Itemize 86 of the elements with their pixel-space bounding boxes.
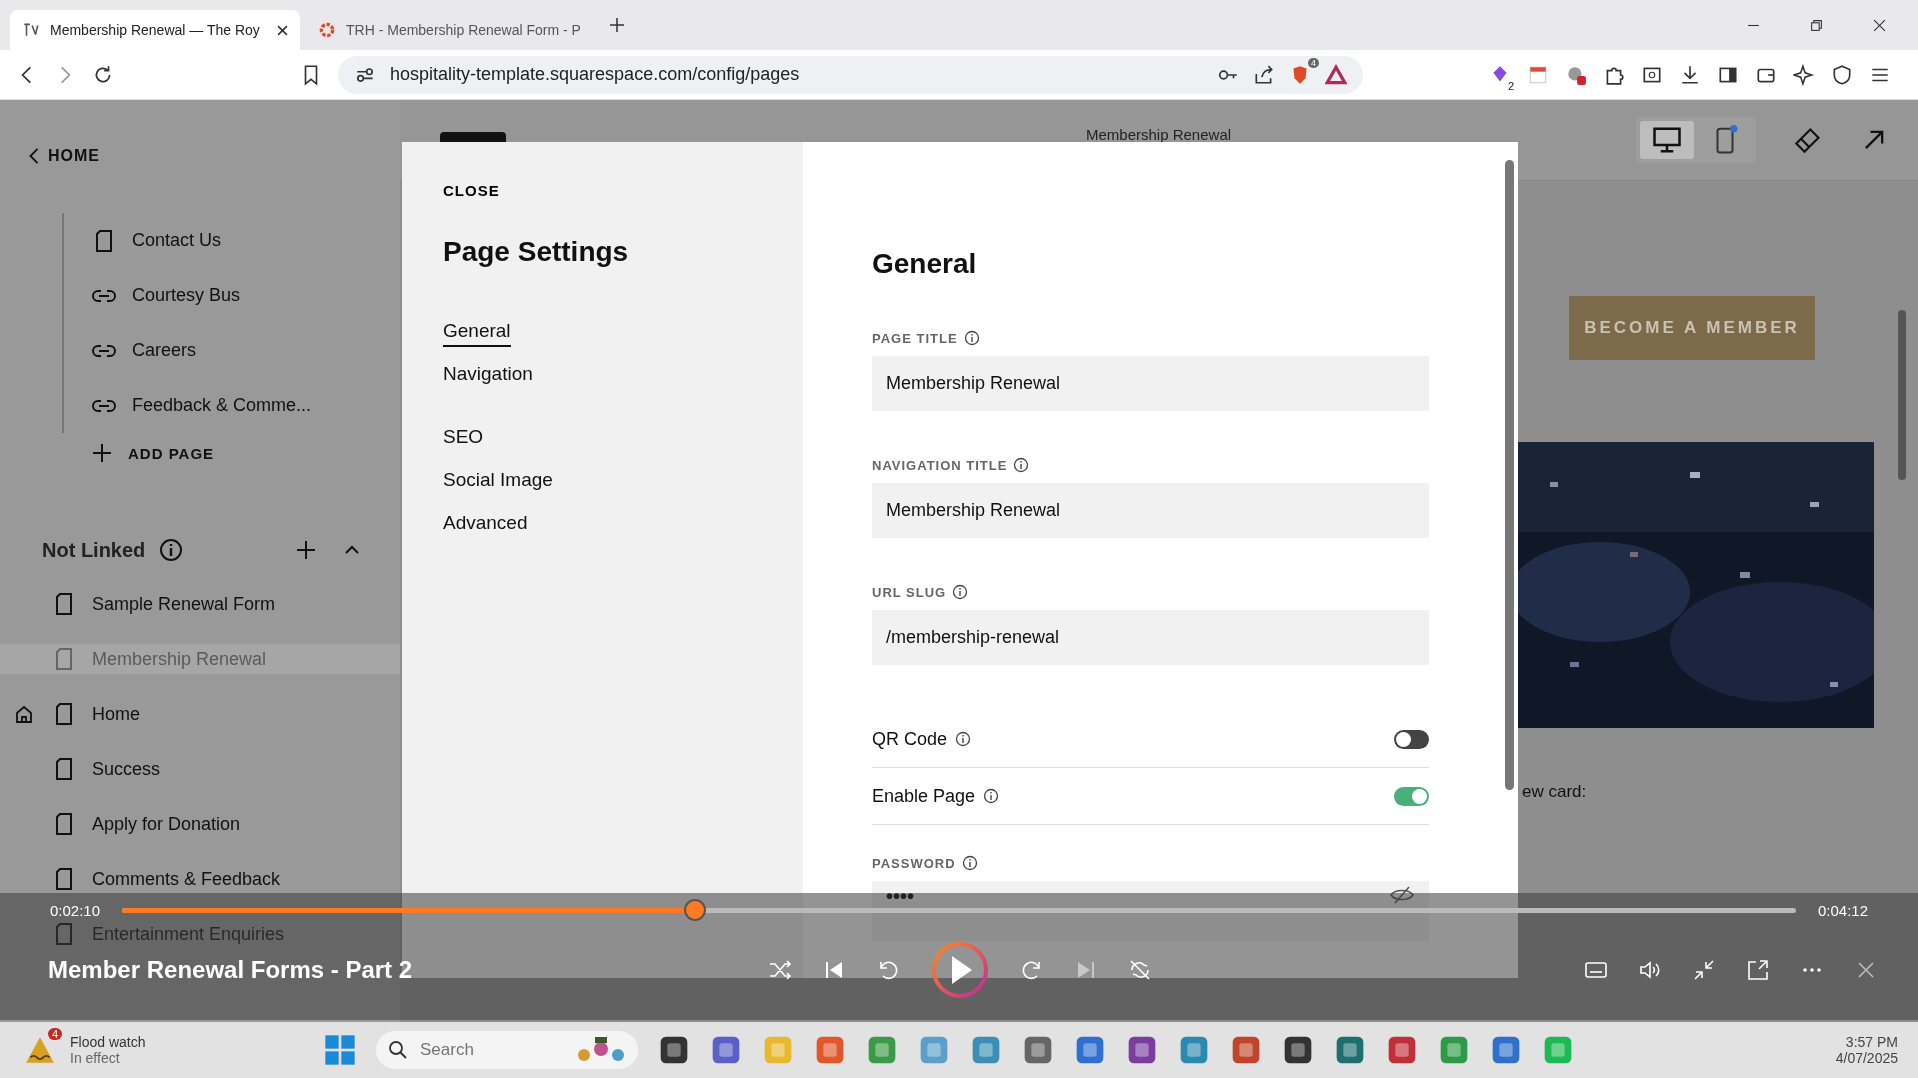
back-link[interactable]: HOME bbox=[0, 142, 400, 170]
info-icon[interactable] bbox=[961, 855, 978, 871]
field-label: PASSWORD bbox=[872, 855, 956, 871]
desktop-icon[interactable] bbox=[1640, 121, 1694, 159]
count-badge: 4 bbox=[47, 1028, 62, 1040]
page-item[interactable]: Feedback & Comme... bbox=[64, 378, 400, 433]
eye-slash-icon[interactable] bbox=[1389, 885, 1415, 905]
close-button[interactable]: CLOSE bbox=[443, 182, 500, 199]
page-item[interactable]: Courtesy Bus bbox=[64, 268, 400, 323]
info-icon[interactable] bbox=[1013, 457, 1030, 473]
close-icon[interactable] bbox=[1873, 18, 1886, 32]
settings-tab[interactable]: Advanced bbox=[443, 512, 528, 539]
app-icon[interactable] bbox=[1074, 1034, 1106, 1066]
clock-time[interactable]: 3:57 PM bbox=[1845, 1034, 1898, 1050]
search-input[interactable]: Search bbox=[418, 1039, 566, 1061]
field-label: PAGE TITLE bbox=[872, 330, 958, 346]
app-icon[interactable] bbox=[1334, 1034, 1366, 1066]
password-field[interactable]: •••• bbox=[872, 881, 1429, 941]
toggle-switch[interactable] bbox=[1394, 729, 1429, 749]
browser-tab[interactable]: Membership Renewal — The Roy bbox=[10, 10, 300, 50]
page-item[interactable]: Sample Renewal Form bbox=[0, 589, 400, 619]
add-page-button[interactable]: ADD PAGE bbox=[0, 433, 400, 473]
field-label: URL SLUG bbox=[872, 584, 947, 600]
text-field[interactable]: Membership Renewal bbox=[872, 483, 1429, 538]
page-item[interactable]: Contact Us bbox=[64, 213, 400, 268]
text-field[interactable]: /membership-renewal bbox=[872, 610, 1429, 665]
weather-subtitle: In effect bbox=[70, 1050, 121, 1066]
toggle-switch[interactable] bbox=[1394, 786, 1429, 806]
count-label: 2 bbox=[1506, 79, 1515, 92]
duration-time: 0:04:12 bbox=[1817, 901, 1868, 919]
windows-start-icon[interactable] bbox=[324, 1034, 356, 1066]
chevron-left-icon bbox=[28, 147, 40, 165]
settings-tab[interactable]: Navigation bbox=[443, 363, 533, 390]
page-title: Membership Renewal bbox=[1086, 126, 1232, 143]
count-badge: 4 bbox=[1308, 57, 1319, 68]
text-field[interactable]: Membership Renewal bbox=[872, 356, 1429, 411]
site-icon bbox=[22, 21, 40, 39]
scrollbar[interactable] bbox=[1898, 310, 1906, 480]
info-icon[interactable] bbox=[952, 584, 969, 600]
share-icon[interactable] bbox=[1253, 63, 1275, 86]
chevron-up-icon[interactable] bbox=[344, 545, 360, 555]
field-label: NAVIGATION TITLE bbox=[872, 457, 1008, 473]
shuffle-icon[interactable] bbox=[768, 958, 792, 982]
search-bar[interactable]: Search bbox=[376, 1031, 638, 1069]
info-icon[interactable] bbox=[983, 788, 1000, 804]
weather-title[interactable]: Flood watch bbox=[70, 1034, 146, 1050]
settings-tab[interactable]: SEO bbox=[443, 426, 484, 453]
sparkle-icon[interactable] bbox=[1793, 63, 1815, 86]
search-icon bbox=[388, 1040, 408, 1060]
page-item[interactable]: Success bbox=[0, 754, 400, 784]
scrollbar[interactable] bbox=[1505, 160, 1514, 790]
plus-icon[interactable] bbox=[296, 540, 316, 560]
body-text: ew card: bbox=[1522, 782, 1587, 802]
toggle-label: QR Code bbox=[872, 728, 948, 750]
section-title: Not Linked bbox=[42, 538, 146, 562]
elapsed-time: 0:02:10 bbox=[50, 901, 101, 919]
video-title: Member Renewal Forms - Part 2 bbox=[48, 956, 414, 984]
restore-icon[interactable] bbox=[1810, 18, 1823, 32]
triangle-icon[interactable] bbox=[1325, 63, 1347, 86]
close-icon[interactable] bbox=[277, 24, 288, 36]
settings-tab[interactable]: General bbox=[443, 320, 511, 347]
info-icon[interactable] bbox=[963, 330, 980, 346]
clock-date[interactable]: 4/07/2025 bbox=[1835, 1050, 1898, 1066]
exit-fullscreen-icon[interactable] bbox=[1692, 958, 1716, 982]
page-item[interactable]: Home bbox=[0, 699, 400, 729]
page-item[interactable]: Careers bbox=[64, 323, 400, 378]
toggle-label: Enable Page bbox=[872, 785, 976, 807]
page-item[interactable]: Comments & Feedback bbox=[0, 864, 400, 894]
gear-icon bbox=[318, 21, 336, 39]
play-button[interactable] bbox=[930, 940, 990, 1000]
repeat-off-icon[interactable] bbox=[1128, 958, 1152, 982]
dialog-title: Page Settings bbox=[443, 236, 630, 268]
new-tab-icon[interactable] bbox=[610, 18, 624, 32]
section-title: General bbox=[872, 248, 978, 280]
shield-icon[interactable] bbox=[1831, 63, 1853, 86]
page-item[interactable]: Apply for Donation bbox=[0, 809, 400, 839]
app-icon[interactable] bbox=[1386, 1034, 1418, 1066]
info-icon[interactable] bbox=[955, 731, 972, 747]
browser-tab[interactable]: TRH - Membership Renewal Form - P bbox=[306, 10, 596, 50]
download-icon[interactable] bbox=[1679, 63, 1701, 86]
plus-icon bbox=[92, 443, 112, 463]
home-icon bbox=[14, 704, 34, 724]
settings-tab[interactable]: Social Image bbox=[443, 469, 553, 496]
address-field[interactable]: hospitality-template.squarespace.com/config/pages 4 bbox=[338, 55, 1363, 94]
info-icon[interactable] bbox=[159, 538, 184, 562]
miniplayer-icon[interactable] bbox=[1746, 958, 1770, 982]
